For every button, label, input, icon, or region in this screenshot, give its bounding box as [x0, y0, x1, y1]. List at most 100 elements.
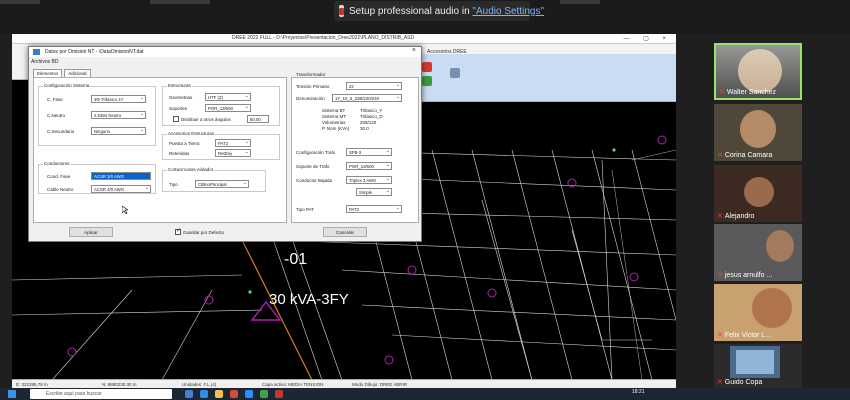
mic-muted-icon: ✕: [717, 379, 723, 386]
bajada-tipo-select[interactable]: Simple: [356, 188, 392, 196]
dialog-title-bar: Datos por Omision NT - \DataOmisionNT.da…: [29, 47, 421, 57]
autocad-icon[interactable]: [275, 390, 283, 398]
participant-tile[interactable]: ✕ Felix Victor L...: [714, 284, 802, 341]
tool-icon[interactable]: [450, 68, 460, 78]
mic-muted-icon: ✕: [717, 213, 723, 220]
group-label: Accesorios Estructuras: [167, 131, 216, 136]
participant-tile[interactable]: ✕ Corina Camara: [714, 104, 802, 161]
info-label: Sistema BT: [322, 108, 346, 113]
app-icon[interactable]: [260, 390, 268, 398]
distribuir-label: Distribuir a otros ángulos: [181, 117, 231, 122]
vano-input[interactable]: 50.00: [247, 115, 269, 123]
task-view-icon[interactable]: [185, 390, 193, 398]
elementos-panel: Configuración Sistema C. Fase 3Φ Trifasi…: [33, 77, 287, 223]
tab-adicional[interactable]: Adicional: [64, 69, 91, 77]
soporte-trafo-label: Soporte de Trafo: [296, 164, 330, 169]
dialog-tabs: Elementos Adicional: [33, 69, 91, 77]
group-label: Conductores: [43, 161, 71, 166]
info-label: Sistema MT: [322, 114, 347, 119]
participant-name: Walter Sanchez: [726, 88, 777, 96]
puesta-tierra-select[interactable]: PAT2: [215, 139, 251, 147]
close-icon[interactable]: ×: [412, 47, 416, 54]
soportes-label: Soportes: [169, 106, 188, 111]
c-neutro-label: C.Neutro: [47, 113, 66, 118]
file-explorer-icon[interactable]: [215, 390, 223, 398]
mic-muted-icon: ✕: [717, 272, 723, 279]
info-label: Volumetrias: [322, 120, 346, 125]
c-fase-select[interactable]: 3Φ Trifasico 4Y: [91, 95, 146, 103]
tab-strip: [0, 0, 40, 4]
soportes-select[interactable]: POR_13/600: [205, 104, 251, 112]
status-easting: E: 322285.78 m: [16, 382, 48, 387]
cad-title: DREE 2022 FULL - D:\Proyectos\Presentaci…: [232, 35, 415, 41]
configuracion-sistema-group: Configuración Sistema C. Fase 3Φ Trifasi…: [38, 83, 156, 146]
participant-tile[interactable]: ✕ jesus arnulfo ...: [714, 224, 802, 281]
transformer-kva-label: 30 kVA-3FY: [269, 291, 349, 308]
zoom-icon[interactable]: [245, 390, 253, 398]
accesorios-group: Accesorios Estructuras Puesta a Tierra P…: [162, 131, 280, 160]
node-id-label: -01: [284, 251, 308, 268]
notification-icon: [339, 5, 344, 17]
audio-notification[interactable]: Setup professional audio in "Audio Setti…: [334, 1, 544, 21]
retenidas-select[interactable]: RetDoy: [215, 149, 251, 157]
c-fase-label: C. Fase: [47, 97, 63, 102]
soporte-trafo-select[interactable]: POR_13/600: [346, 162, 392, 170]
app-icon: [33, 49, 40, 55]
c-neutro-select[interactable]: 2.5384 Neutro: [91, 111, 146, 119]
status-northing: N: 8880230.30 m: [102, 382, 137, 387]
config-trafo-select[interactable]: SFB-3: [346, 148, 392, 156]
datos-omision-dialog: Datos por Omision NT - \DataOmisionNT.da…: [28, 46, 422, 242]
dialog-title: Datos por Omision NT - \DataOmisionNT.da…: [45, 49, 144, 55]
participant-tile[interactable]: ✕ Alejandro: [714, 165, 802, 222]
mic-muted-icon: ✕: [717, 332, 723, 339]
info-value: Trifasico_D: [360, 114, 383, 119]
transformador-title: Transformador: [296, 72, 326, 77]
participant-tile[interactable]: ✕ Walter Sanchez: [714, 43, 802, 100]
cancelar-button[interactable]: Cancelar: [323, 227, 367, 237]
participant-name: Felix Victor L...: [724, 331, 772, 339]
tab-elementos[interactable]: Elementos: [33, 69, 63, 77]
guardar-label: Guardar por Defecto: [183, 230, 225, 235]
tab-strip: [150, 0, 210, 4]
info-value: Trifasico_Y: [360, 108, 383, 113]
mouse-cursor-icon: [122, 206, 128, 214]
cable-neutro-label: Cable Neutro: [47, 187, 74, 192]
audio-settings-link[interactable]: "Audio Settings": [472, 6, 544, 17]
cad-title-bar: DREE 2022 FULL - D:\Proyectos\Presentaci…: [12, 34, 676, 44]
app-icon[interactable]: [230, 390, 238, 398]
tipo-select[interactable]: CBtnoPrincipal: [195, 180, 249, 188]
config-trafo-label: Configuración Trafo: [296, 150, 336, 155]
tension-select[interactable]: 22: [346, 82, 402, 90]
cad-status-bar: E: 322285.78 m N: 8880230.30 m Unidades:…: [12, 379, 676, 388]
estructuras-group: Estructuras Geometrias HTF (Z) Soportes …: [162, 83, 280, 126]
transformador-panel: Transformador Tensión Primario 22 Denomi…: [291, 72, 419, 223]
denominacion-label: Denominación: [296, 96, 325, 101]
tool-icon[interactable]: [422, 62, 432, 72]
mic-muted-icon: ✕: [719, 89, 725, 96]
group-label: Configuración Sistema: [43, 83, 91, 88]
cond-fase-select[interactable]: ACSR 3/0 AWG: [91, 172, 151, 180]
windows-start-icon[interactable]: [8, 390, 16, 398]
shared-screen: DREE 2022 FULL - D:\Proyectos\Presentaci…: [12, 34, 676, 388]
c-secundario-select[interactable]: Ninguno: [91, 127, 146, 135]
menu-archivos-bd[interactable]: Archivos BD: [31, 59, 59, 65]
distribuir-checkbox[interactable]: [173, 116, 179, 122]
guardar-checkbox[interactable]: [175, 227, 181, 235]
conductor-bajada-select[interactable]: Triplex 3 AWG: [346, 176, 392, 184]
status-units: Unidades: F.L.(4): [182, 382, 217, 387]
edge-icon[interactable]: [200, 390, 208, 398]
puesta-tierra-label: Puesta a Tierra: [169, 141, 200, 146]
geometrias-select[interactable]: HTF (Z): [205, 93, 251, 101]
taskbar-search-input[interactable]: Escribe aquí para buscar: [30, 389, 172, 399]
tipo-pat-select[interactable]: PAT2: [346, 205, 402, 213]
cable-neutro-select[interactable]: ACSR 4/0 AWG: [91, 185, 151, 193]
denominacion-select[interactable]: 1Y_10_5_22B/220/230: [332, 94, 402, 102]
tab-strip: [560, 0, 600, 4]
participant-name: Guido Copa: [724, 378, 763, 386]
aplicar-button[interactable]: Aplicar: [69, 227, 113, 237]
info-value: 208/120: [360, 120, 377, 125]
group-label: Cortacircuitos-Aislador: [167, 167, 215, 172]
window-controls[interactable]: — ▢ ×: [623, 35, 672, 42]
participant-tile[interactable]: ✕ Guido Copa: [714, 344, 802, 388]
c-secundario-label: C.Secundario: [47, 129, 75, 134]
